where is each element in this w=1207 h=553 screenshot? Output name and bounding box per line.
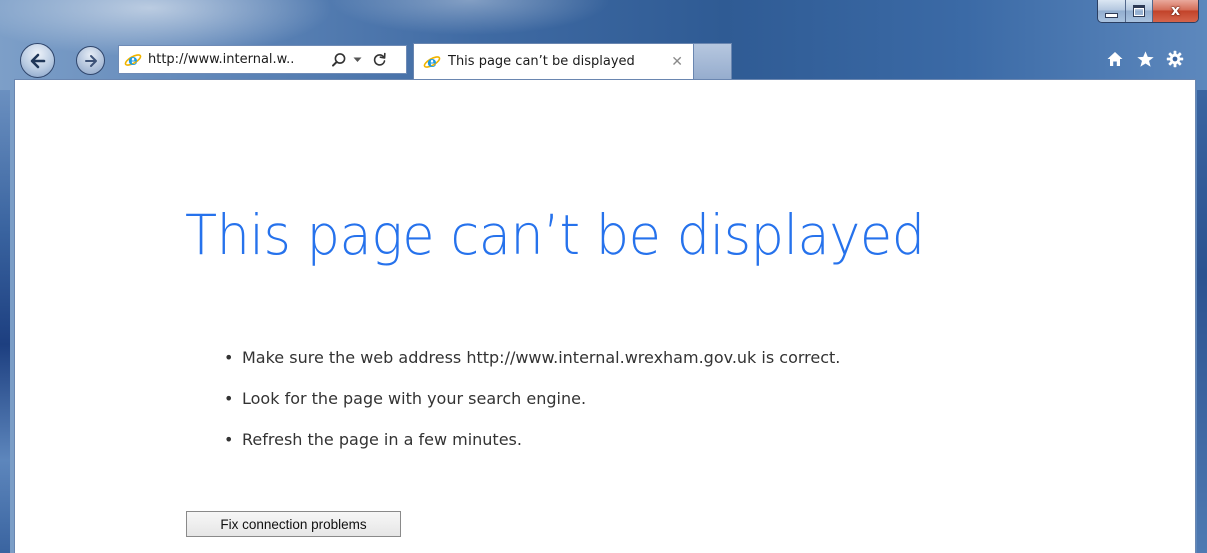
home-button[interactable] xyxy=(1105,49,1125,69)
bullet: • xyxy=(224,348,234,367)
suggestion-text: Refresh the page in a few minutes. xyxy=(242,430,522,449)
tab-close-button[interactable]: ✕ xyxy=(671,54,683,70)
tools-button[interactable] xyxy=(1165,49,1185,69)
refresh-button[interactable] xyxy=(368,46,390,73)
close-icon: x xyxy=(1170,3,1181,19)
suggestion-item: • Look for the page with your search eng… xyxy=(224,378,840,419)
favorites-icon xyxy=(1136,50,1154,67)
favorites-button[interactable] xyxy=(1135,49,1155,69)
svg-text:e: e xyxy=(427,53,437,71)
new-tab-button[interactable] xyxy=(694,43,732,79)
suggestion-item: • Refresh the page in a few minutes. xyxy=(224,419,840,460)
bullet: • xyxy=(224,389,234,408)
maximize-button[interactable] xyxy=(1125,0,1152,22)
error-title: This page can’t be displayed xyxy=(185,203,925,267)
suggestion-text: Make sure the web address http://www.int… xyxy=(242,348,841,367)
bullet: • xyxy=(224,430,234,449)
window-caption-buttons: x xyxy=(1097,0,1199,23)
address-bar[interactable]: e http://www.internal.w.. xyxy=(118,45,407,74)
suggestion-text: Look for the page with your search engin… xyxy=(242,389,587,408)
search-icon xyxy=(332,52,346,67)
ie-logo-icon: e xyxy=(422,52,442,72)
chevron-down-icon xyxy=(353,57,361,62)
fix-connection-problems-button[interactable]: Fix connection problems xyxy=(186,511,401,537)
close-window-button[interactable]: x xyxy=(1152,0,1198,22)
window-border-left xyxy=(0,90,10,553)
window-border-right xyxy=(1197,90,1207,553)
svg-text:e: e xyxy=(128,51,138,69)
address-input[interactable]: http://www.internal.w.. xyxy=(148,52,326,67)
minimize-icon xyxy=(1105,12,1118,18)
back-arrow-icon xyxy=(30,53,45,68)
suggestion-item: • Make sure the web address http://www.i… xyxy=(224,337,840,378)
ie-logo-icon: e xyxy=(123,50,143,70)
suggestion-list: • Make sure the web address http://www.i… xyxy=(224,337,840,460)
page-content: This page can’t be displayed • Make sure… xyxy=(14,79,1196,553)
address-dropdown-button[interactable] xyxy=(350,46,364,73)
refresh-icon xyxy=(373,52,386,66)
back-button[interactable] xyxy=(20,43,55,78)
tab-label: This page can’t be displayed xyxy=(448,54,635,69)
browser-window-frame: x e http://www.internal.w.. e This page … xyxy=(0,0,1207,553)
tab-active[interactable]: e This page can’t be displayed ✕ xyxy=(413,43,694,79)
minimize-button[interactable] xyxy=(1098,0,1125,22)
forward-arrow-icon xyxy=(84,54,97,67)
forward-button[interactable] xyxy=(76,46,105,75)
gear-icon xyxy=(1166,50,1184,68)
home-icon xyxy=(1107,52,1123,66)
command-toolbar xyxy=(1105,49,1185,69)
address-search-button[interactable] xyxy=(328,46,350,73)
maximize-icon xyxy=(1133,5,1145,17)
